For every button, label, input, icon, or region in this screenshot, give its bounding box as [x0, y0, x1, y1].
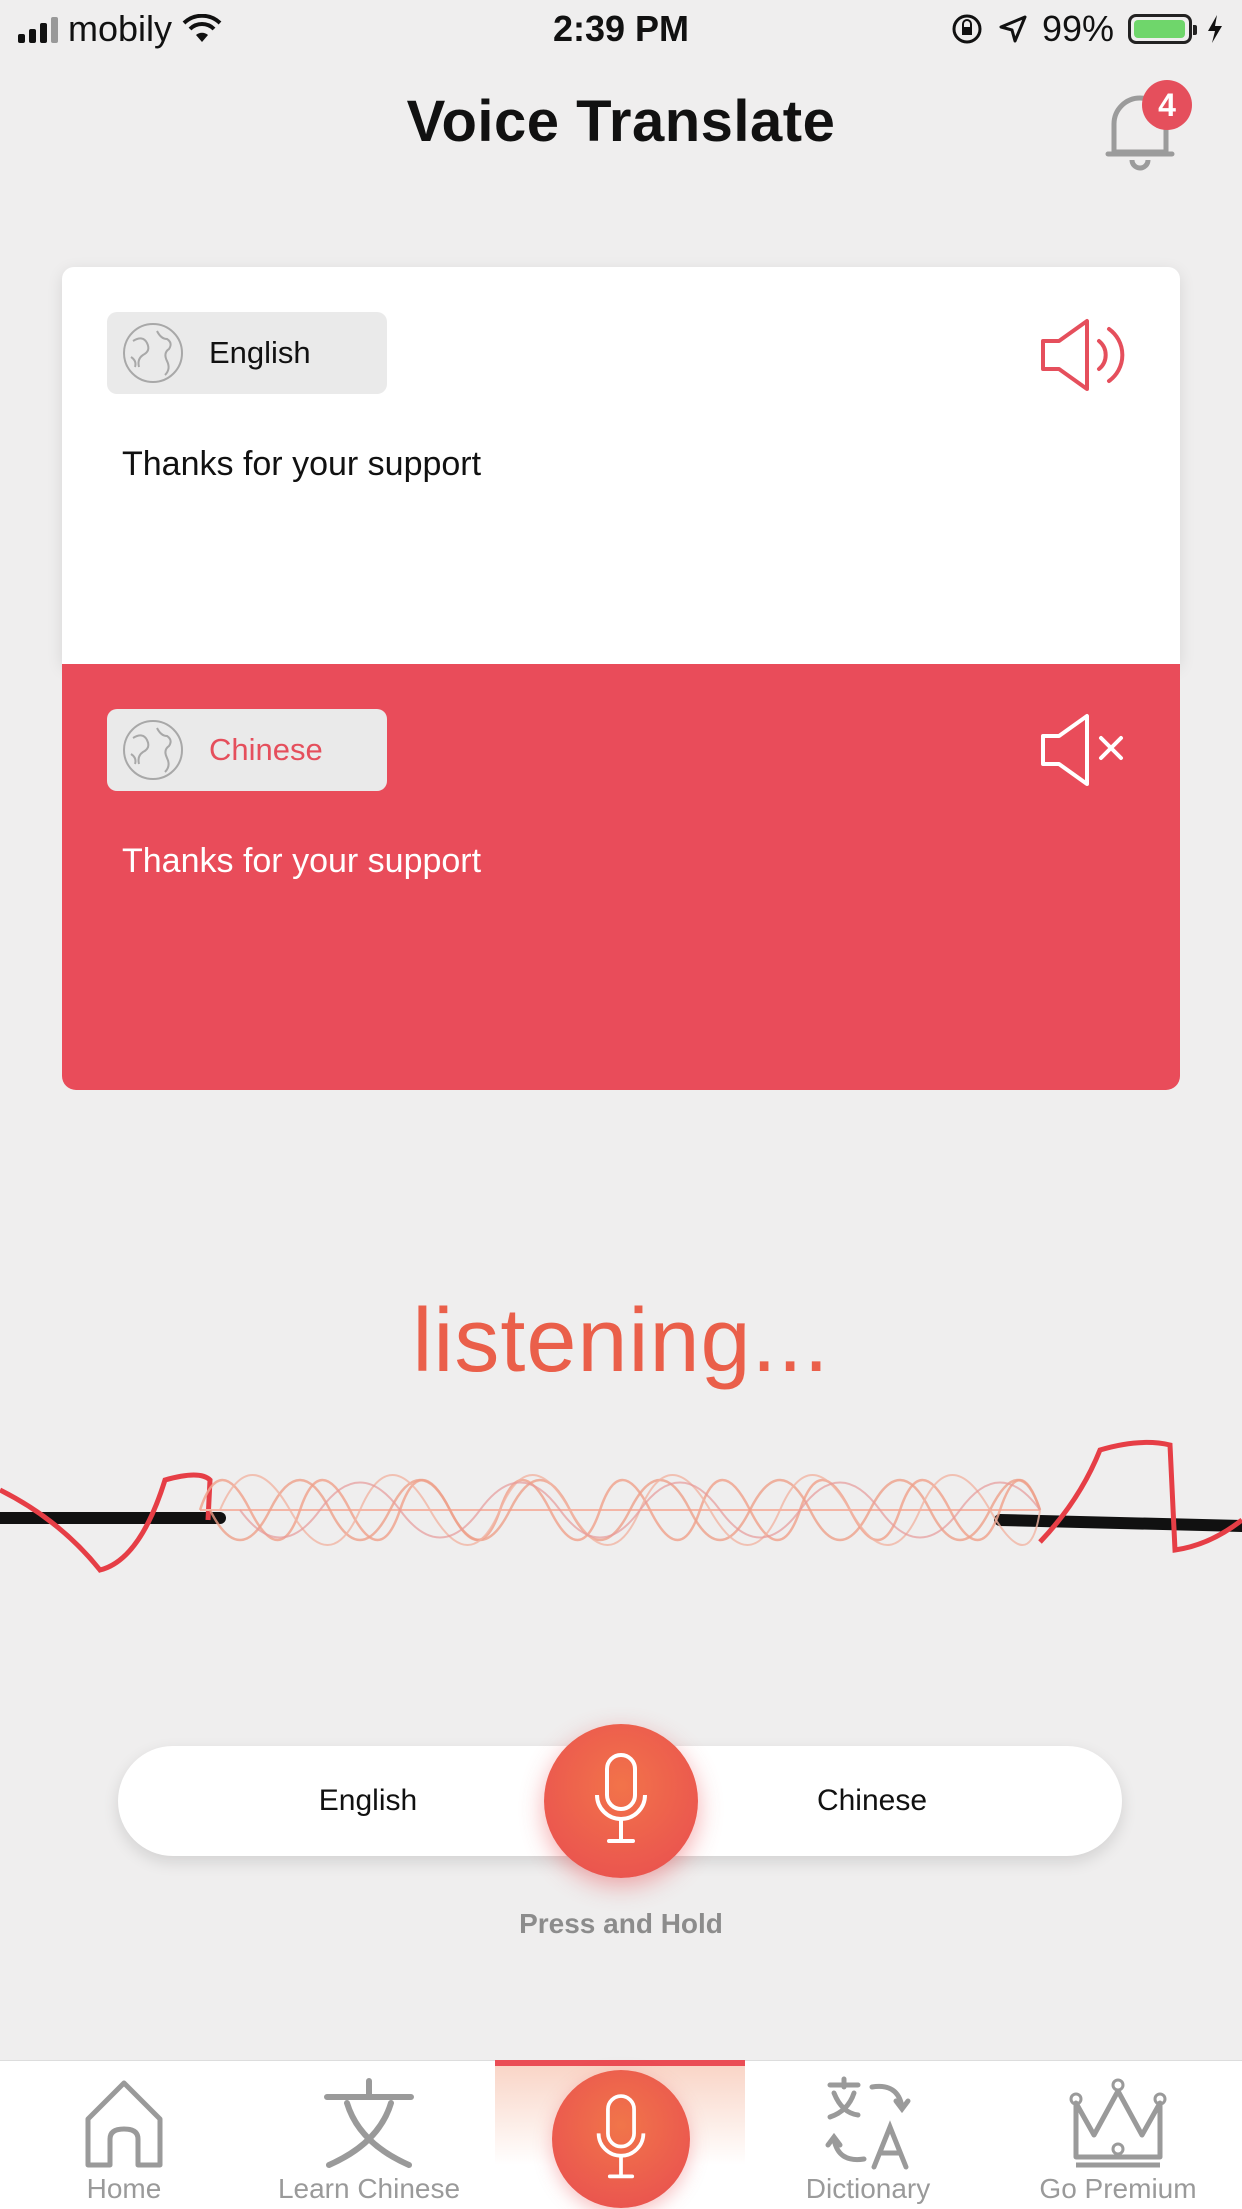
toggle-right-language[interactable]: Chinese: [722, 1746, 1022, 1856]
rotation-lock-icon: [952, 14, 982, 44]
press-and-hold-hint: Press and Hold: [519, 1908, 723, 1939]
voice-waveform: [0, 1439, 1242, 1573]
tab-home[interactable]: Home: [0, 2061, 248, 2209]
globe-icon: [123, 323, 183, 383]
microphone-icon: [596, 2094, 646, 2179]
source-text: Thanks for your support: [122, 445, 482, 483]
source-language-label: English: [209, 335, 311, 370]
status-right: 99%: [950, 8, 1224, 50]
tab-dictionary[interactable]: Dictionary: [744, 2061, 992, 2209]
notification-badge: 4: [1142, 80, 1192, 130]
battery-icon: [1128, 14, 1197, 44]
translate-icon: [825, 2076, 911, 2170]
globe-icon: [123, 720, 183, 780]
target-language-selector[interactable]: Chinese: [107, 709, 387, 791]
page-title: Voice Translate: [406, 89, 836, 154]
target-text: Thanks for your support: [122, 842, 482, 880]
location-icon: [999, 15, 1027, 43]
crown-icon: [1069, 2078, 1167, 2168]
target-translation-card: Chinese Thanks for your support: [62, 664, 1180, 1090]
tab-learn-chinese[interactable]: Learn Chinese: [245, 2061, 493, 2209]
tab-label: Learn Chinese: [277, 2173, 461, 2204]
chinese-character-icon: [324, 2078, 414, 2168]
charging-icon: [1208, 15, 1222, 43]
status-bar: mobily 2:39 PM 99%: [0, 0, 1242, 62]
target-language-label: Chinese: [209, 732, 323, 767]
home-icon: [85, 2080, 163, 2168]
source-translation-card: English Thanks for your support: [62, 267, 1180, 664]
speaker-muted-icon[interactable]: [1037, 710, 1129, 790]
microphone-icon: [595, 1753, 647, 1843]
toggle-left-language[interactable]: English: [218, 1746, 518, 1856]
battery-percent: 99%: [1041, 8, 1114, 49]
tab-go-premium[interactable]: Go Premium: [994, 2061, 1242, 2209]
tab-label: Home: [86, 2173, 162, 2204]
listening-status: listening...: [412, 1291, 830, 1391]
record-button[interactable]: [544, 1724, 698, 1878]
tab-label: Go Premium: [1039, 2173, 1197, 2204]
tab-microphone-button[interactable]: [552, 2070, 690, 2208]
speaker-icon[interactable]: [1037, 315, 1129, 395]
source-language-selector[interactable]: English: [107, 312, 387, 394]
tab-label: Dictionary: [805, 2173, 931, 2204]
